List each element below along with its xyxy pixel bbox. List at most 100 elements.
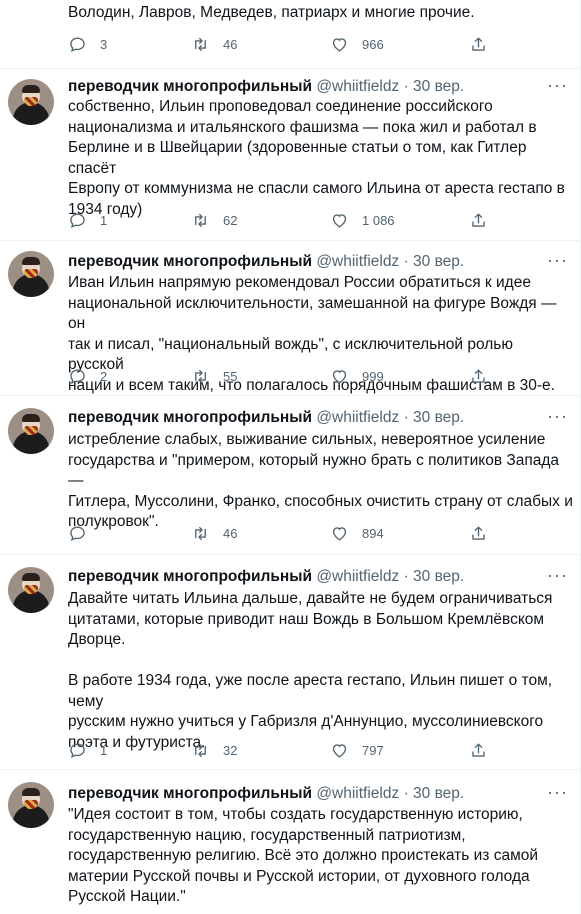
reply-button[interactable]: 3 <box>68 35 107 54</box>
share-button[interactable] <box>469 741 488 760</box>
more-icon[interactable]: ··· <box>547 566 568 584</box>
avatar-mask <box>24 800 38 809</box>
like-count: 1 086 <box>362 213 395 228</box>
retweet-icon <box>195 369 206 384</box>
tweet-header: переводчик многопрофильный @whiitfieldz … <box>68 784 464 804</box>
tweet-text: Давайте читать Ильина дальше, давайте не… <box>68 590 553 751</box>
author-name[interactable]: переводчик многопрофильный <box>68 253 312 270</box>
avatar[interactable] <box>8 251 54 297</box>
author-handle[interactable]: @whiitfieldz <box>316 568 399 585</box>
avatar-hair <box>22 85 40 93</box>
like-button[interactable]: 797 <box>330 741 384 760</box>
tweet-text: собственно, Ильин проповедовал соединени… <box>68 98 565 218</box>
avatar[interactable] <box>8 567 54 613</box>
retweet-icon <box>195 213 206 228</box>
share-icon <box>472 37 485 51</box>
avatar[interactable] <box>8 79 54 125</box>
tweet[interactable]: переводчик многопрофильный @whiitfieldz … <box>0 396 580 555</box>
retweet-button[interactable]: 46 <box>191 35 237 54</box>
avatar-hair <box>22 414 40 422</box>
tweet-date[interactable]: 30 вер. <box>413 253 464 270</box>
share-icon <box>472 369 485 383</box>
avatar-mask <box>24 585 38 594</box>
tweet-actions: 3 46 966 <box>68 35 508 55</box>
like-count: 894 <box>362 526 384 541</box>
share-button[interactable] <box>469 35 488 54</box>
tweet-actions: 1 62 1 086 <box>68 211 508 231</box>
tweet[interactable]: переводчик многопрофильный @whiitfieldz … <box>0 69 580 241</box>
tweet-date[interactable]: 30 вер. <box>413 78 464 95</box>
reply-button[interactable]: 1 <box>68 741 107 760</box>
retweet-button[interactable]: 55 <box>191 367 237 386</box>
more-icon[interactable]: ··· <box>547 251 568 269</box>
retweet-button[interactable]: 32 <box>191 741 237 760</box>
retweet-icon <box>195 526 206 541</box>
avatar-mask <box>24 426 38 435</box>
separator: · <box>403 785 409 802</box>
more-icon[interactable]: ··· <box>547 76 568 94</box>
reply-count: 3 <box>100 37 108 52</box>
retweet-icon <box>195 743 206 758</box>
reply-count: 1 <box>100 213 108 228</box>
tweet-date[interactable]: 30 вер. <box>413 409 464 426</box>
more-icon[interactable]: ··· <box>547 783 568 801</box>
avatar-hair <box>22 788 40 796</box>
tweet[interactable]: переводчик многопрофильный @whiitfieldz … <box>0 241 580 396</box>
like-button[interactable]: 999 <box>330 367 384 386</box>
share-button[interactable] <box>469 524 488 543</box>
share-button[interactable] <box>469 211 488 230</box>
tweet[interactable]: переводчик многопрофильный @whiitfieldz … <box>0 555 580 770</box>
share-button[interactable] <box>469 367 488 386</box>
author-handle[interactable]: @whiitfieldz <box>316 785 399 802</box>
tweet-header: переводчик многопрофильный @whiitfieldz … <box>68 252 464 272</box>
like-icon <box>332 744 347 758</box>
tweet-header: переводчик многопрофильный @whiitfieldz … <box>68 77 464 97</box>
reply-icon <box>70 526 85 542</box>
reply-icon <box>70 213 85 229</box>
author-handle[interactable]: @whiitfieldz <box>316 409 399 426</box>
tweet-actions: 1 32 797 <box>68 741 508 761</box>
reply-button[interactable] <box>68 524 100 543</box>
retweet-button[interactable]: 46 <box>191 524 237 543</box>
share-icon <box>472 213 485 227</box>
partial-tweet[interactable]: Володин, Лавров, Медведев, патриарх и мн… <box>0 0 580 69</box>
avatar[interactable] <box>8 782 54 828</box>
separator: · <box>403 568 409 585</box>
retweet-count: 46 <box>223 37 238 52</box>
like-icon <box>332 527 347 541</box>
share-icon <box>472 526 485 540</box>
author-name[interactable]: переводчик многопрофильный <box>68 568 312 585</box>
tweet-header: переводчик многопрофильный @whiitfieldz … <box>68 408 464 428</box>
retweet-button[interactable]: 62 <box>191 211 237 230</box>
reply-button[interactable]: 2 <box>68 367 107 386</box>
reply-icon <box>70 743 85 759</box>
like-button[interactable]: 966 <box>330 35 384 54</box>
avatar[interactable] <box>8 408 54 454</box>
like-button[interactable]: 894 <box>330 524 384 543</box>
reply-button[interactable]: 1 <box>68 211 107 230</box>
author-handle[interactable]: @whiitfieldz <box>316 78 399 95</box>
tweet-date[interactable]: 30 вер. <box>413 785 464 802</box>
more-icon[interactable]: ··· <box>547 407 568 425</box>
retweet-count: 55 <box>223 369 238 384</box>
reply-icon <box>70 37 85 53</box>
separator: · <box>403 409 409 426</box>
author-handle[interactable]: @whiitfieldz <box>316 253 399 270</box>
tweet-date[interactable]: 30 вер. <box>413 568 464 585</box>
avatar-mask <box>24 97 38 106</box>
tweet-text: истребление слабых, выживание сильных, н… <box>68 431 573 530</box>
like-icon <box>332 38 347 52</box>
retweet-icon <box>195 37 206 52</box>
retweet-count: 62 <box>223 213 238 228</box>
author-name[interactable]: переводчик многопрофильный <box>68 785 312 802</box>
author-name[interactable]: переводчик многопрофильный <box>68 78 312 95</box>
retweet-count: 46 <box>223 526 238 541</box>
like-button[interactable]: 1 086 <box>330 211 395 230</box>
like-icon <box>332 370 347 384</box>
tweet-text: Володин, Лавров, Медведев, патриарх и мн… <box>68 4 475 21</box>
reply-count: 1 <box>100 743 108 758</box>
tweet[interactable]: переводчик многопрофильный @whiitfieldz … <box>0 770 580 914</box>
tweet-header: переводчик многопрофильный @whiitfieldz … <box>68 567 464 587</box>
share-icon <box>472 743 485 757</box>
author-name[interactable]: переводчик многопрофильный <box>68 409 312 426</box>
